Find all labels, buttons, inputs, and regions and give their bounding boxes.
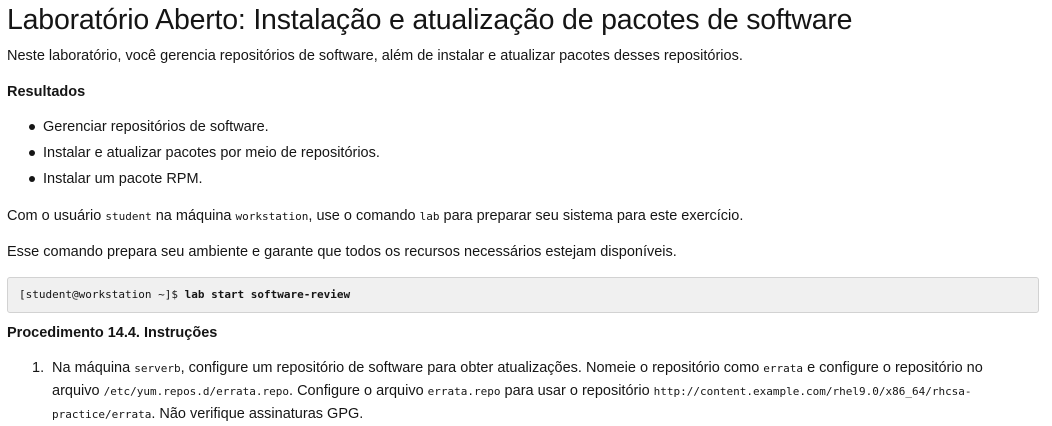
- outcomes-list: Gerenciar repositórios de software. Inst…: [7, 116, 380, 194]
- command-line[interactable]: [student@workstation ~]$ lab start softw…: [19, 288, 350, 302]
- outcome-item: Instalar e atualizar pacotes por meio de…: [7, 142, 380, 168]
- prep-text: , use o comando: [308, 208, 420, 224]
- repo-file-path-code: /etc/yum.repos.d/errata.repo: [103, 385, 290, 398]
- outcome-item: Gerenciar repositórios de software.: [7, 116, 380, 142]
- step-line: Na máquina serverb, configure um reposit…: [52, 357, 1042, 380]
- step-text: Na máquina: [52, 360, 135, 376]
- prep-text: na máquina: [151, 208, 236, 224]
- command-text[interactable]: lab start software-review: [185, 288, 351, 301]
- prep-text: para preparar seu sistema para este exer…: [439, 208, 744, 224]
- repo-name-code: errata: [763, 362, 804, 375]
- intro-text: Neste laboratório, você gerencia reposit…: [7, 48, 743, 64]
- bullet-icon: [29, 176, 35, 182]
- bullet-icon: [29, 124, 35, 130]
- step-text: . Configure o arquivo: [289, 383, 428, 399]
- repo-url-code: http://content.example.com/rhel9.0/x86_6…: [653, 385, 972, 398]
- prep-paragraph: Com o usuário student na máquina worksta…: [7, 205, 743, 228]
- step-line: arquivo /etc/yum.repos.d/errata.repo. Co…: [52, 380, 1042, 403]
- procedure-steps: 1. Na máquina serverb, configure um repo…: [7, 357, 1042, 426]
- step-text: , configure um repositório de software p…: [180, 360, 764, 376]
- outcomes-heading: Resultados: [7, 84, 86, 100]
- step-text: para usar o repositório: [500, 383, 654, 399]
- repo-url-code: practice/errata: [52, 408, 152, 421]
- prep-note: Esse comando prepara seu ambiente e gara…: [7, 244, 677, 260]
- outcome-item: Instalar um pacote RPM.: [7, 168, 380, 194]
- shell-prompt: [student@workstation ~]$: [19, 288, 185, 301]
- page-title: Laboratório Aberto: Instalação e atualiz…: [7, 4, 853, 36]
- procedure-heading: Procedimento 14.4. Instruções: [7, 325, 218, 341]
- command-block[interactable]: [student@workstation ~]$ lab start softw…: [7, 277, 1039, 313]
- outcome-text: Instalar um pacote RPM.: [43, 171, 203, 187]
- step-text: e configure o repositório no: [803, 360, 983, 376]
- step-text: . Não verifique assinaturas GPG.: [151, 406, 364, 422]
- bullet-icon: [29, 150, 35, 156]
- host-code: workstation: [235, 210, 309, 223]
- server-code: serverb: [134, 362, 181, 375]
- step-line: practice/errata. Não verifique assinatur…: [52, 403, 1042, 426]
- step-text: arquivo: [52, 383, 104, 399]
- procedure-step: 1. Na máquina serverb, configure um repo…: [7, 357, 1042, 426]
- prep-text: Com o usuário: [7, 208, 106, 224]
- command-name-code: lab: [419, 210, 440, 223]
- user-code: student: [105, 210, 152, 223]
- repo-file-code: errata.repo: [427, 385, 501, 398]
- outcome-text: Gerenciar repositórios de software.: [43, 119, 269, 135]
- outcome-text: Instalar e atualizar pacotes por meio de…: [43, 145, 380, 161]
- step-number: 1.: [32, 360, 45, 376]
